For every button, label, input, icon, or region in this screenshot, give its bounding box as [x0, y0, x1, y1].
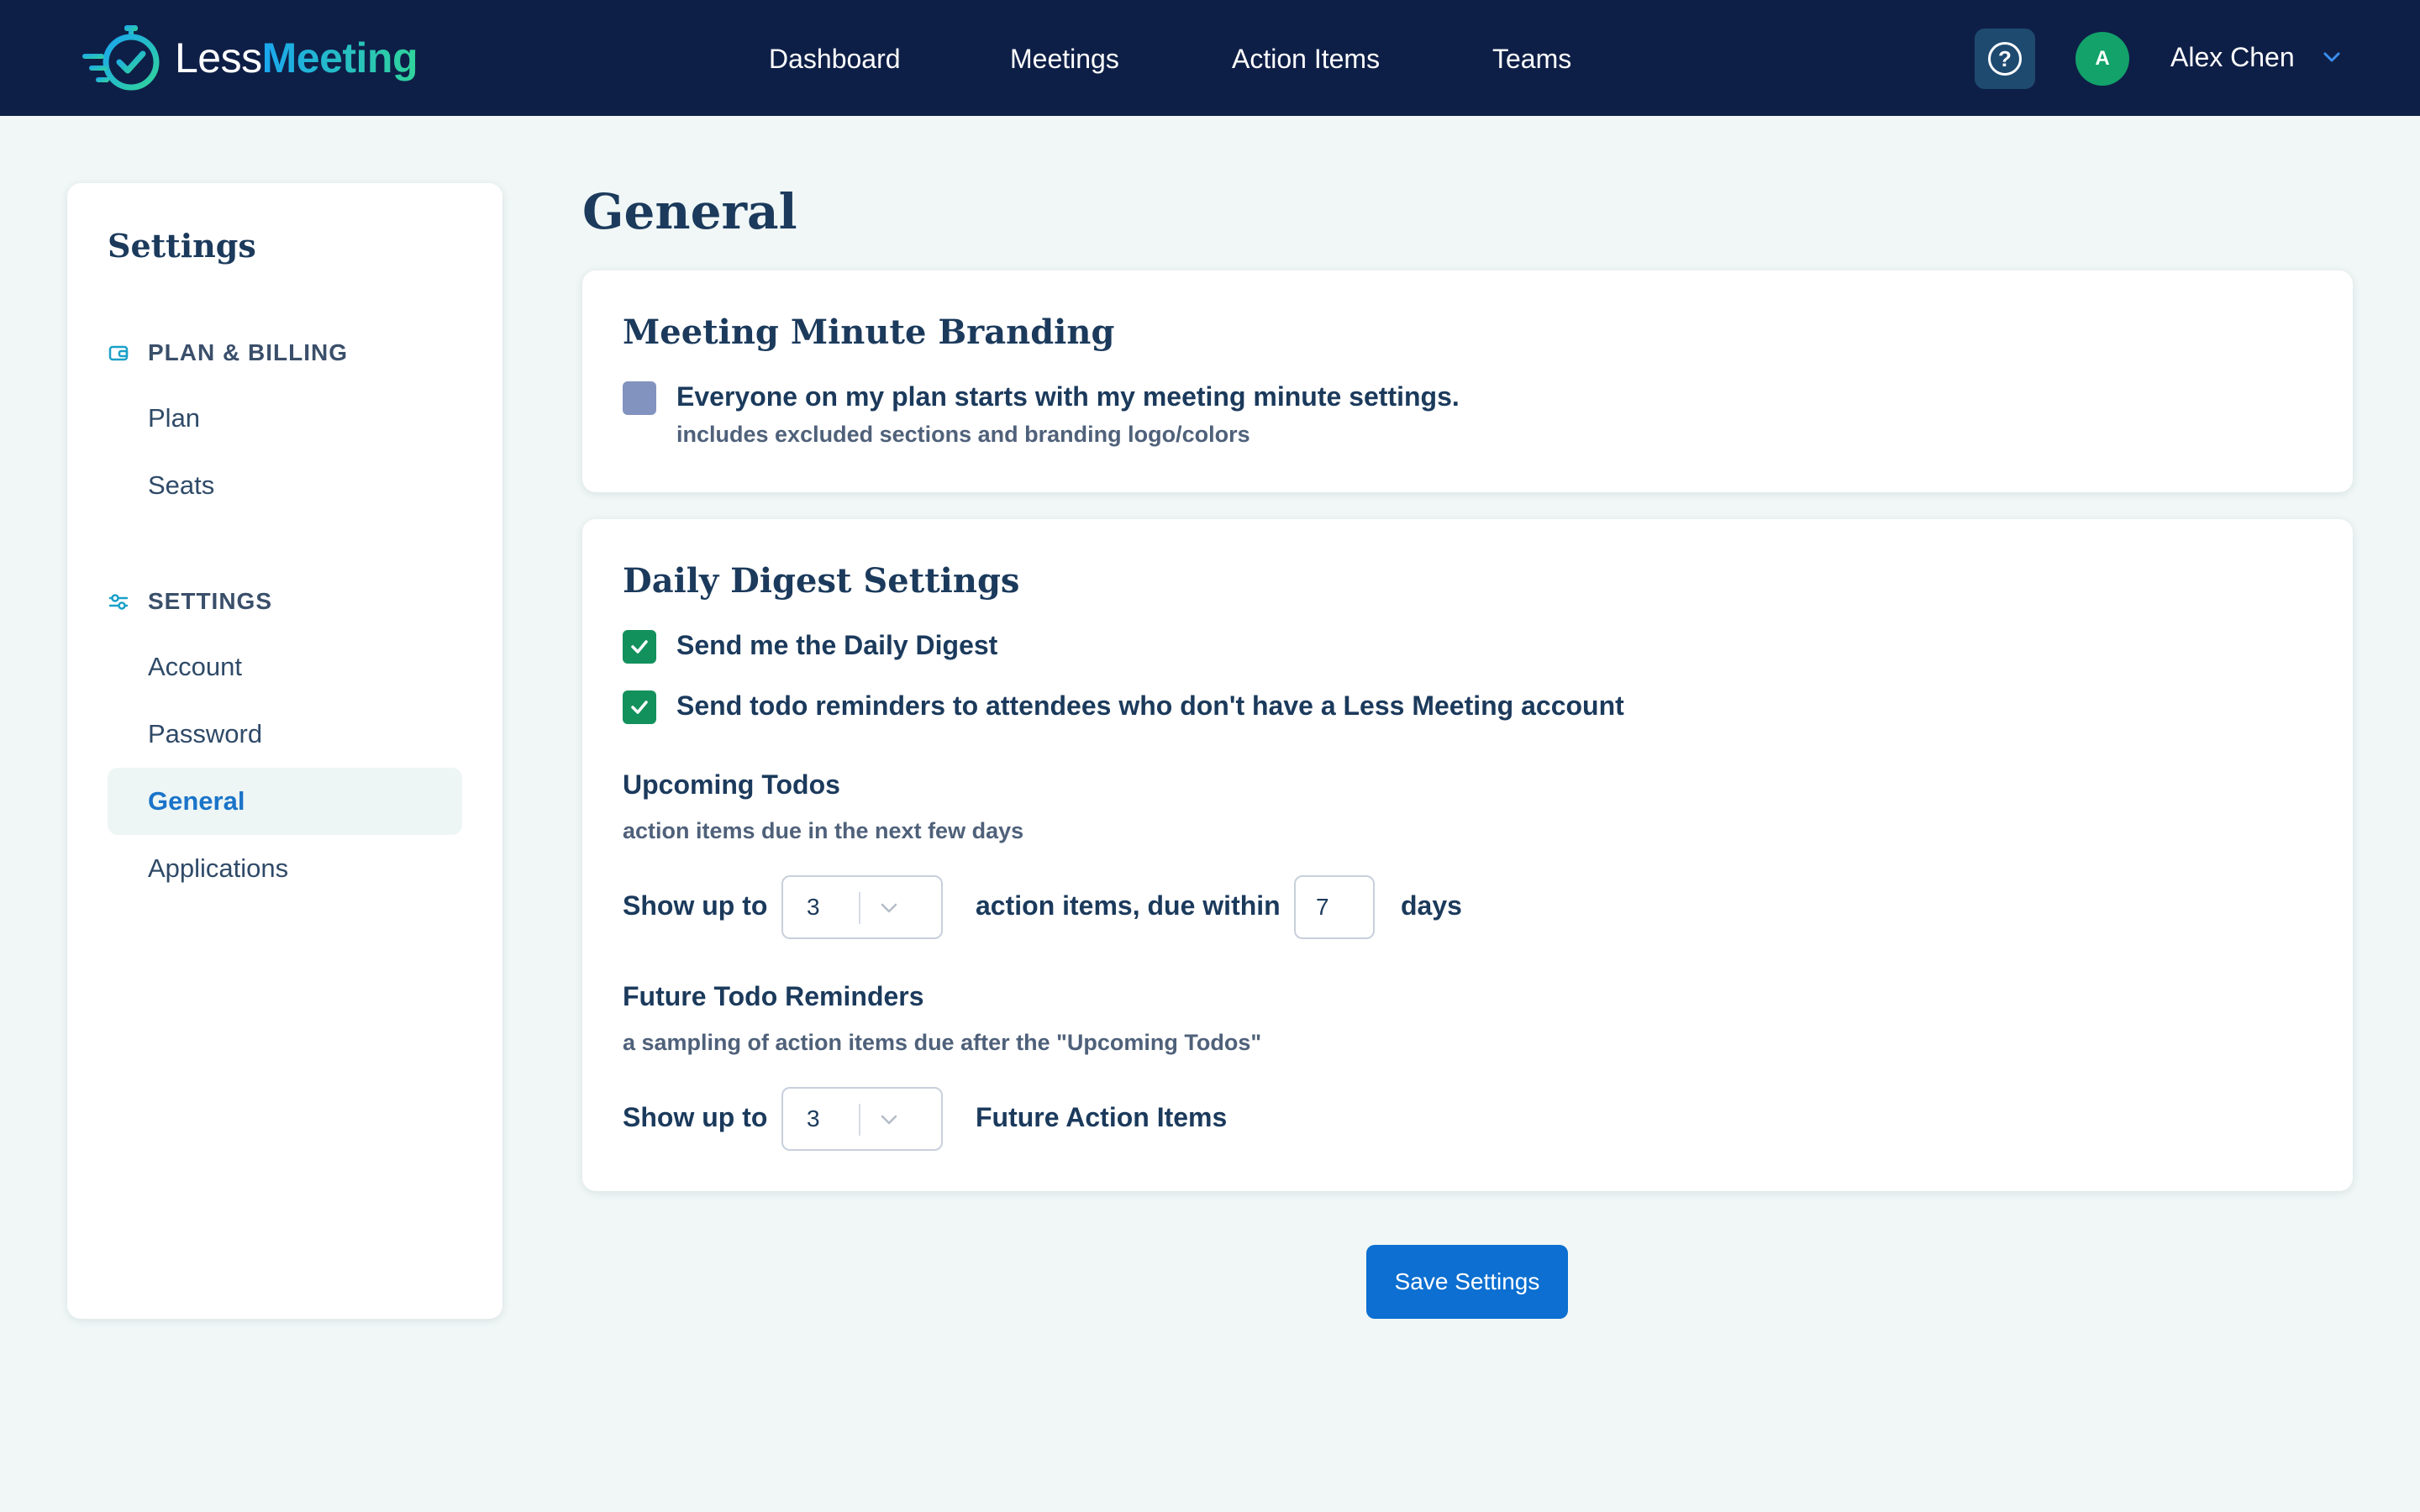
future-reminders-heading: Future Todo Reminders [623, 981, 924, 1011]
daily-digest-label[interactable]: Send me the Daily Digest [676, 630, 997, 661]
logo-stopwatch-icon [82, 25, 160, 91]
nav-teams[interactable]: Teams [1492, 44, 1571, 75]
upcoming-count-value: 3 [807, 894, 820, 920]
section-heading: SETTINGS [148, 588, 273, 614]
days-label: days [1401, 890, 1462, 921]
logo-less-text: Less [175, 34, 262, 81]
sidebar-item-applications[interactable]: Applications [148, 853, 288, 884]
save-settings-button[interactable]: Save Settings [1366, 1245, 1568, 1319]
section-heading: PLAN & BILLING [148, 339, 348, 365]
app-logo[interactable]: LessMeeting [79, 24, 418, 92]
future-count-value: 3 [807, 1105, 820, 1131]
user-menu-name[interactable]: Alex Chen [2170, 42, 2295, 73]
sidebar-item-account[interactable]: Account [148, 652, 242, 682]
branding-checkbox[interactable] [623, 381, 656, 415]
nav-dashboard[interactable]: Dashboard [769, 44, 901, 75]
check-icon [631, 640, 648, 654]
upcoming-count-select[interactable]: 3 [781, 875, 943, 939]
logo-meeting-text: Meeting [261, 34, 418, 81]
days-input[interactable]: 7 [1294, 875, 1375, 939]
upcoming-mid-text: action items, due within [976, 890, 1281, 921]
select-divider [859, 892, 860, 924]
future-count-select[interactable]: 3 [781, 1087, 943, 1151]
chevron-down-icon[interactable] [2321, 49, 2343, 66]
section-settings: SETTINGS [108, 588, 272, 615]
top-navbar: LessMeeting Dashboard Meetings Action It… [0, 0, 2420, 116]
section-plan-billing: PLAN & BILLING [108, 339, 348, 366]
future-show-up-to: Show up to [623, 1102, 768, 1132]
daily-digest-card: Daily Digest Settings Send me the Daily … [582, 519, 2353, 1191]
future-reminders-description: a sampling of action items due after the… [623, 1030, 1262, 1055]
sidebar-item-seats[interactable]: Seats [148, 470, 214, 501]
nav-meetings[interactable]: Meetings [1010, 44, 1119, 75]
nav-action-items[interactable]: Action Items [1232, 44, 1380, 75]
todo-reminders-checkbox[interactable] [623, 690, 656, 724]
branding-card: Meeting Minute Branding Everyone on my p… [582, 270, 2353, 492]
select-divider [859, 1104, 860, 1136]
todo-reminders-label[interactable]: Send todo reminders to attendees who don… [676, 690, 1624, 722]
branding-checkbox-label[interactable]: Everyone on my plan starts with my meeti… [676, 381, 1460, 412]
sidebar-title: Settings [108, 227, 256, 265]
question-circle-icon: ? [1988, 42, 2022, 76]
sidebar-item-plan[interactable]: Plan [148, 403, 200, 433]
upcoming-show-up-to: Show up to [623, 890, 768, 921]
future-suffix: Future Action Items [976, 1102, 1228, 1132]
upcoming-todos-description: action items due in the next few days [623, 818, 1024, 843]
page-title: General [582, 183, 797, 240]
daily-digest-title: Daily Digest Settings [623, 561, 1020, 601]
upcoming-todos-heading: Upcoming Todos [623, 769, 840, 800]
avatar[interactable]: A [2075, 32, 2129, 86]
chevron-down-icon [881, 1115, 897, 1125]
sliders-icon [108, 594, 129, 610]
logo-wordmark: LessMeeting [175, 37, 418, 79]
settings-sidebar: Settings PLAN & BILLING Plan Seats SETTI… [67, 183, 502, 1319]
wallet-icon [108, 345, 129, 361]
sidebar-item-general[interactable]: General [148, 786, 245, 816]
sidebar-item-password[interactable]: Password [148, 719, 262, 749]
check-icon [631, 701, 648, 714]
daily-digest-checkbox[interactable] [623, 630, 656, 664]
chevron-down-icon [881, 903, 897, 913]
branding-title: Meeting Minute Branding [623, 312, 1115, 352]
branding-checkbox-description: includes excluded sections and branding … [676, 422, 1250, 447]
help-button[interactable]: ? [1975, 29, 2035, 89]
